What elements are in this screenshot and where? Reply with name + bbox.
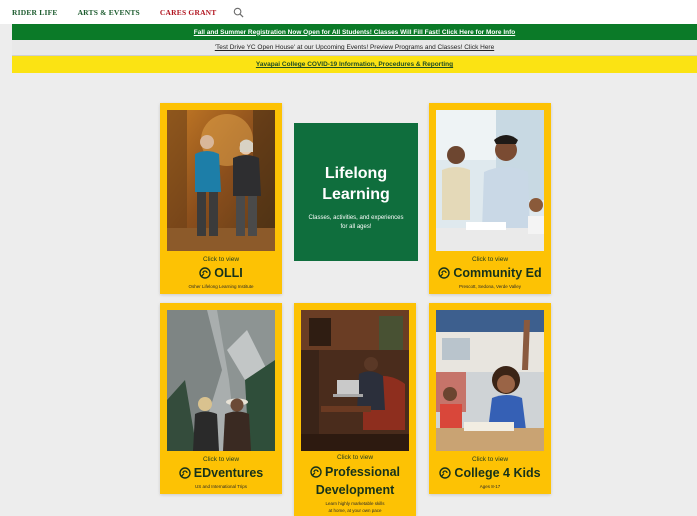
olli-card[interactable]: Click to view OLLI Osher Lifelong Learni… — [160, 103, 282, 294]
community-ed-click-label: Click to view — [471, 256, 509, 263]
spiral-logo-icon — [179, 467, 191, 479]
olli-title: OLLI — [214, 266, 243, 280]
spiral-logo-icon — [439, 467, 452, 479]
nav-arts-events[interactable]: ARTS & EVENTS — [78, 8, 140, 17]
feature-title-line1: Lifelong — [324, 165, 388, 182]
edventures-title-row: EDventures — [160, 464, 282, 482]
college-4-kids-title: College 4 Kids — [454, 466, 541, 480]
search-icon[interactable] — [233, 7, 244, 18]
community-ed-subtitle: Prescott, Sedona, Verde Valley — [459, 284, 521, 289]
registration-banner[interactable]: Fall and Summer Registration Now Open fo… — [12, 24, 697, 40]
professional-development-subtitle-line2: at home, at your own pace — [328, 508, 382, 513]
college-4-kids-card[interactable]: Click to view College 4 Kids Ages 8-17 — [429, 303, 551, 494]
professional-development-photo — [301, 310, 409, 451]
professional-development-card[interactable]: Click to view Professional Development L… — [294, 303, 416, 516]
edventures-title: EDventures — [193, 466, 264, 480]
feature-title-line2: Learning — [322, 186, 390, 203]
professional-development-title-line2: Development — [315, 483, 395, 497]
olli-subtitle: Osher Lifelong Learning Institute — [188, 284, 254, 289]
nav-rider-life[interactable]: RIDER LIFE — [12, 8, 58, 17]
spiral-logo-icon — [310, 466, 322, 478]
covid-banner[interactable]: Yavapai College COVID-19 Information, Pr… — [12, 56, 697, 73]
edventures-photo — [167, 310, 275, 451]
spiral-logo-icon — [199, 267, 211, 279]
olli-click-label: Click to view — [202, 256, 240, 263]
college-4-kids-title-row: College 4 Kids — [429, 464, 551, 482]
college-4-kids-click-label: Click to view — [471, 456, 509, 463]
edventures-card[interactable]: Click to view EDventures US and Internat… — [160, 303, 282, 494]
open-house-banner[interactable]: 'Test Drive YC Open House' at our Upcomi… — [12, 40, 697, 56]
college-4-kids-photo — [436, 310, 544, 451]
spiral-logo-icon — [438, 267, 451, 279]
lifelong-learning-feature: Lifelong Learning Classes, activities, a… — [294, 123, 418, 261]
community-ed-card[interactable]: Click to view Community Ed Prescott, Sed… — [429, 103, 551, 294]
community-ed-title-row: Community Ed — [429, 264, 551, 282]
top-navigation: RIDER LIFE ARTS & EVENTS CARES GRANT — [0, 0, 697, 24]
professional-development-title-row: Professional — [294, 463, 416, 481]
college-4-kids-subtitle: Ages 8-17 — [479, 484, 501, 489]
edventures-subtitle: US and International Trips — [194, 484, 248, 489]
feature-title: Lifelong Learning — [294, 163, 418, 205]
nav-cares-grant[interactable]: CARES GRANT — [160, 8, 217, 17]
professional-development-title-line1: Professional — [324, 465, 401, 479]
professional-development-subtitle-line1: Learn highly marketable skills — [325, 501, 385, 506]
edventures-click-label: Click to view — [202, 456, 240, 463]
professional-development-click-label: Click to view — [336, 454, 374, 461]
olli-photo — [167, 110, 275, 251]
community-ed-photo — [436, 110, 544, 251]
feature-description: Classes, activities, and experiences for… — [308, 215, 404, 230]
community-ed-title: Community Ed — [453, 266, 542, 280]
olli-title-row: OLLI — [160, 264, 282, 282]
